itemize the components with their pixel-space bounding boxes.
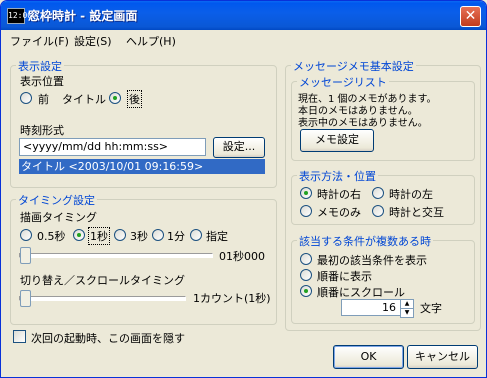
message-list-line-3: 表示中のメモはありません。	[298, 118, 428, 129]
timing-1min-radio[interactable]	[152, 229, 164, 241]
switch-timing-slider-thumb[interactable]	[20, 290, 31, 307]
cond-scroll-label: 順番にスクロール	[317, 286, 405, 299]
method-alternate-label: 時計と交互	[389, 206, 444, 219]
menu-file[interactable]: ファイル(F)	[10, 33, 69, 49]
cancel-button[interactable]: キャンセル	[407, 345, 478, 369]
close-icon: ✕	[464, 8, 477, 24]
hide-on-startup-label: 次回の起動時、この画面を隠す	[31, 332, 185, 345]
position-front-label: 前	[38, 93, 49, 106]
menu-settings[interactable]: 設定(S)	[74, 33, 112, 49]
down-arrow-icon: ▼	[404, 309, 410, 316]
timing-custom-label: 指定	[206, 230, 228, 243]
memo-settings-button[interactable]: メモ設定	[300, 129, 374, 152]
draw-timing-slider-thumb[interactable]	[20, 247, 31, 264]
position-front-radio[interactable]	[20, 92, 32, 104]
menu-bar: ファイル(F) 設定(S) ヘルプ(H)	[1, 30, 486, 50]
char-count-input[interactable]: 16	[341, 299, 401, 316]
cond-first-label: 最初の該当条件を表示	[317, 254, 427, 267]
display-settings-title: 表示設定	[16, 58, 64, 74]
cond-sequential-radio[interactable]	[300, 269, 312, 281]
time-format-label: 時刻形式	[20, 124, 64, 137]
clock-app-icon: 12:00	[7, 8, 32, 24]
hide-on-startup-checkbox[interactable]	[13, 330, 26, 343]
position-back-label: 後	[127, 90, 142, 108]
timing-0_5s-label: 0.5秒	[37, 230, 66, 243]
format-preview: タイトル <2003/10/01 09:16:59>	[19, 159, 265, 174]
draw-timing-value: 01秒000	[219, 250, 265, 263]
spin-down-button[interactable]: ▼	[400, 308, 414, 318]
timing-1s-label: 1秒	[88, 227, 110, 245]
timing-custom-radio[interactable]	[190, 229, 202, 241]
method-clock-right-radio[interactable]	[300, 187, 312, 199]
position-back-radio[interactable]	[109, 92, 121, 104]
display-method-title: 表示方法・位置	[297, 168, 378, 184]
time-format-input[interactable]: <yyyy/mm/dd hh:mm:ss>	[19, 138, 206, 156]
timing-0_5s-radio[interactable]	[20, 229, 32, 241]
timing-3s-radio[interactable]	[114, 229, 126, 241]
display-position-label: 表示位置	[20, 75, 64, 88]
method-alternate-radio[interactable]	[372, 205, 384, 217]
ok-button[interactable]: OK	[333, 345, 404, 369]
settings-window: 12:00 窓枠時計 - 設定画面 ✕ ファイル(F) 設定(S) ヘルプ(H)…	[0, 0, 487, 378]
title-bar[interactable]: 12:00 窓枠時計 - 設定画面 ✕	[1, 1, 486, 30]
method-clock-left-radio[interactable]	[372, 187, 384, 199]
draw-timing-slider-track[interactable]	[19, 253, 213, 258]
cond-first-radio[interactable]	[300, 253, 312, 265]
cond-scroll-radio[interactable]	[300, 285, 312, 297]
switch-timing-value: 1カウント(1秒)	[193, 292, 271, 305]
char-unit-label: 文字	[420, 302, 442, 315]
cond-sequential-label: 順番に表示	[317, 270, 372, 283]
position-title-label: タイトル	[62, 93, 106, 106]
message-list-title: メッセージリスト	[297, 74, 389, 90]
window-title: 窓枠時計 - 設定画面	[28, 9, 138, 23]
method-clock-left-label: 時計の左	[389, 188, 433, 201]
method-clock-right-label: 時計の右	[317, 188, 361, 201]
up-arrow-icon: ▲	[404, 300, 410, 307]
timing-3s-label: 3秒	[130, 230, 148, 243]
method-memo-only-radio[interactable]	[300, 205, 312, 217]
memo-settings-title: メッセージメモ基本設定	[291, 58, 416, 74]
timing-settings-title: タイミング設定	[16, 192, 97, 208]
draw-timing-label: 描画タイミング	[20, 211, 97, 224]
menu-help[interactable]: ヘルプ(H)	[126, 33, 176, 49]
timing-1s-radio[interactable]	[73, 229, 85, 241]
method-memo-only-label: メモのみ	[317, 206, 361, 219]
switch-timing-label: 切り替え／スクロールタイミング	[20, 274, 185, 287]
switch-timing-slider-track[interactable]	[19, 296, 186, 301]
close-button[interactable]: ✕	[460, 6, 481, 27]
time-format-settings-button[interactable]: 設定...	[213, 137, 265, 158]
conditions-title: 該当する条件が複数ある時	[297, 233, 433, 249]
timing-1min-label: 1分	[167, 230, 185, 243]
